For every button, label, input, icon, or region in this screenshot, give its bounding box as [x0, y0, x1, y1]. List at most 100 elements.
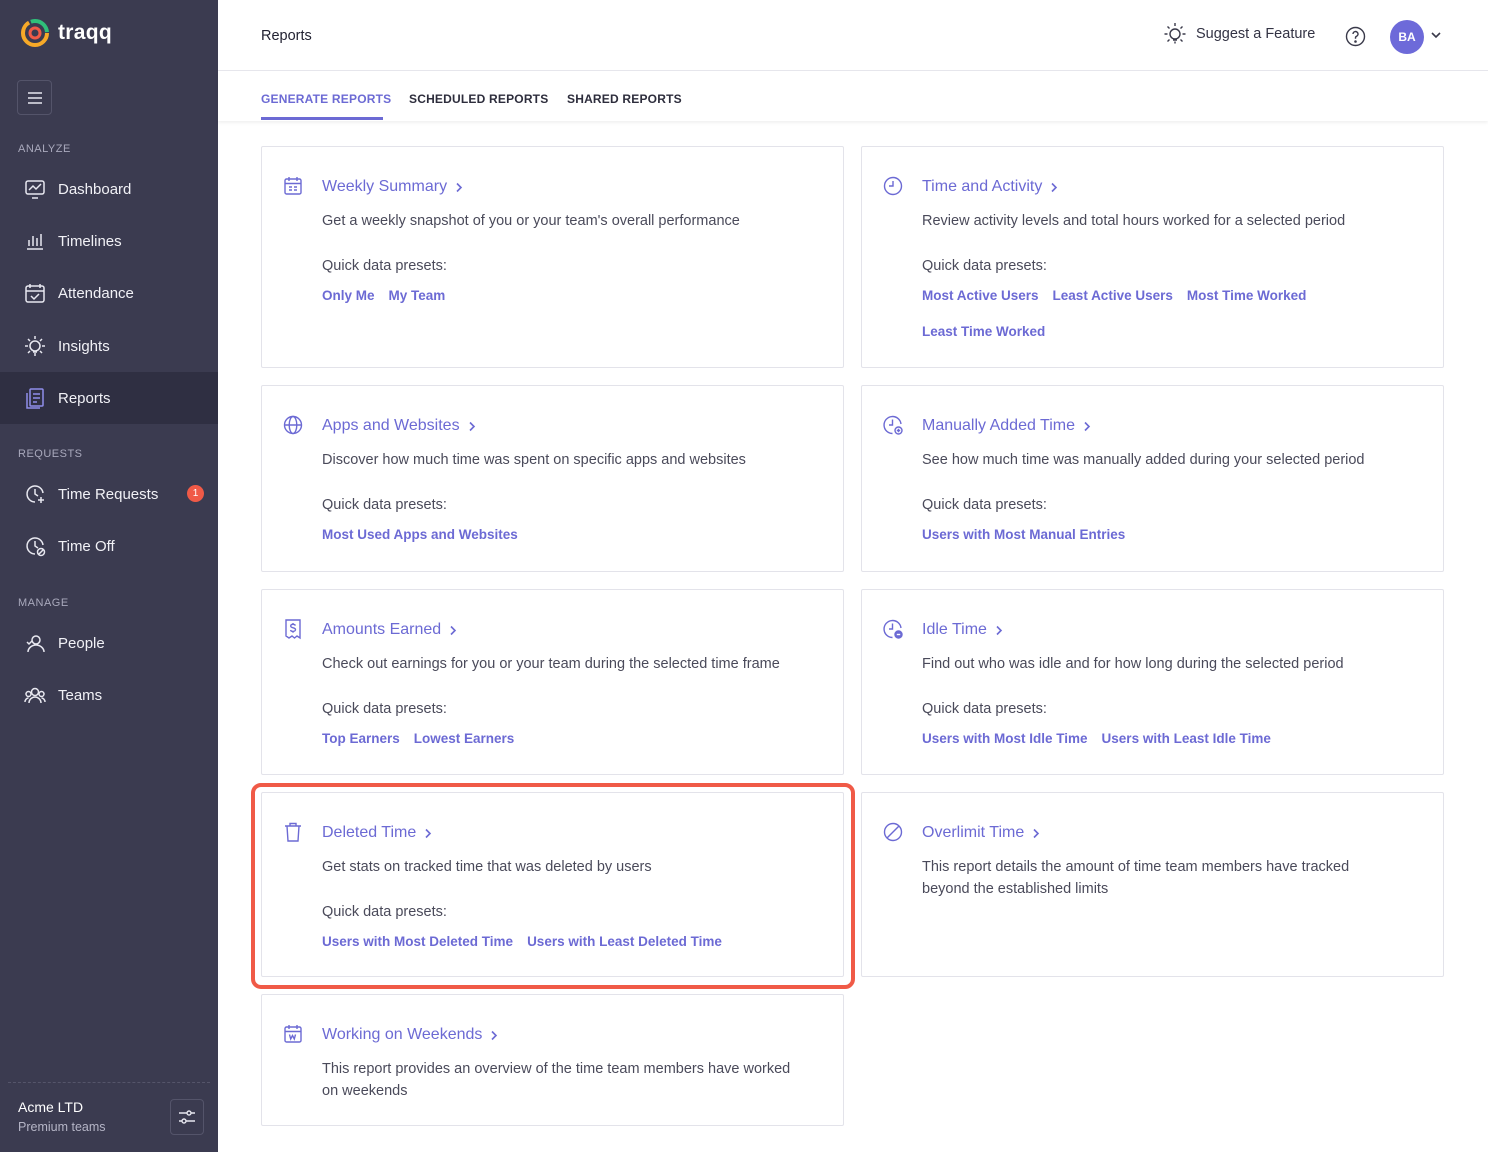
card-description: Get a weekly snapshot of you or your tea…	[322, 213, 740, 229]
card-description: Check out earnings for you or your team …	[322, 656, 780, 672]
traqq-logo-icon	[21, 19, 49, 47]
card-description: Find out who was idle and for how long d…	[922, 656, 1344, 672]
report-card-apps-and-websites[interactable]: Apps and Websites Discover how much time…	[261, 385, 844, 572]
card-title[interactable]: Working on Weekends	[322, 1026, 498, 1044]
calendar-check-icon	[25, 284, 45, 303]
preset-link[interactable]: Most Time Worked	[1187, 287, 1307, 304]
globe-icon	[283, 415, 303, 435]
lightbulb-icon	[25, 336, 45, 356]
card-title[interactable]: Amounts Earned	[322, 621, 457, 639]
top-header: Reports Suggest a Feature BA	[218, 0, 1488, 71]
preset-link[interactable]: Users with Least Idle Time	[1102, 730, 1271, 747]
card-title[interactable]: Apps and Websites	[322, 417, 476, 435]
sidebar-item-dashboard[interactable]: Dashboard	[0, 163, 218, 215]
preset-link[interactable]: Most Used Apps and Websites	[322, 526, 518, 543]
sidebar-item-label: Time Off	[58, 537, 115, 555]
brand-name: traqq	[58, 21, 112, 44]
report-card-time-and-activity[interactable]: Time and Activity Review activity levels…	[861, 146, 1444, 368]
card-title[interactable]: Manually Added Time	[922, 417, 1091, 435]
chevron-right-icon	[450, 625, 457, 635]
card-description: Discover how much time was spent on spec…	[322, 452, 746, 468]
chevron-right-icon	[468, 421, 475, 431]
preset-link[interactable]: My Team	[389, 287, 446, 304]
dollar-receipt-icon	[285, 619, 301, 640]
page-title: Reports	[261, 28, 312, 44]
chevron-right-icon	[1051, 182, 1058, 192]
user-avatar[interactable]: BA	[1390, 20, 1424, 54]
card-title[interactable]: Idle Time	[922, 621, 1003, 639]
notification-badge: 1	[187, 485, 204, 502]
preset-link[interactable]: Only Me	[322, 287, 375, 304]
help-icon[interactable]	[1345, 26, 1366, 47]
calendar-weekend-icon	[284, 1025, 302, 1043]
sidebar-item-attendance[interactable]: Attendance	[0, 267, 218, 319]
sidebar-item-time-off[interactable]: Time Off	[0, 520, 218, 572]
presets-label: Quick data presets:	[922, 258, 1047, 274]
presets-list: Most Used Apps and Websites	[322, 526, 822, 543]
hamburger-icon	[27, 91, 42, 104]
preset-link[interactable]: Most Active Users	[922, 287, 1039, 304]
sidebar-item-label: People	[58, 634, 105, 652]
presets-list: Users with Most Manual Entries	[922, 526, 1422, 543]
presets-list: Most Active Users Least Active Users Mos…	[922, 287, 1422, 340]
brand-logo[interactable]: traqq	[20, 18, 112, 48]
dashboard-icon	[25, 180, 45, 199]
clock-plus-icon	[883, 415, 903, 435]
report-card-weekly-summary[interactable]: Weekly Summary Get a weekly snapshot of …	[261, 146, 844, 368]
sidebar-item-time-requests[interactable]: Time Requests 1	[0, 468, 218, 520]
sidebar-item-people[interactable]: People	[0, 617, 218, 669]
card-title[interactable]: Time and Activity	[922, 178, 1058, 196]
preset-link[interactable]: Least Active Users	[1053, 287, 1173, 304]
report-card-amounts-earned[interactable]: Amounts Earned Check out earnings for yo…	[261, 589, 844, 775]
teams-icon	[24, 687, 46, 704]
report-card-idle-time[interactable]: Idle Time Find out who was idle and for …	[861, 589, 1444, 775]
clock-off-icon	[26, 537, 46, 557]
tab-scheduled-reports[interactable]: SCHEDULED REPORTS	[409, 92, 548, 106]
presets-label: Quick data presets:	[322, 497, 447, 513]
sidebar-item-insights[interactable]: Insights	[0, 320, 218, 372]
active-tab-indicator	[261, 117, 383, 120]
clock-icon	[883, 176, 903, 196]
sidebar-item-label: Insights	[58, 337, 110, 355]
preset-link[interactable]: Lowest Earners	[414, 730, 515, 747]
sidebar-item-teams[interactable]: Teams	[0, 669, 218, 721]
preset-link[interactable]: Users with Most Idle Time	[922, 730, 1088, 747]
section-label-requests: REQUESTS	[18, 448, 83, 460]
report-tabs: GENERATE REPORTS SCHEDULED REPORTS SHARE…	[218, 71, 1488, 121]
preset-link[interactable]: Users with Most Manual Entries	[922, 526, 1125, 543]
preset-link[interactable]: Least Time Worked	[922, 323, 1045, 340]
card-title[interactable]: Overlimit Time	[922, 824, 1040, 842]
clock-minus-icon	[883, 619, 903, 639]
chevron-down-icon[interactable]	[1430, 31, 1442, 39]
tab-shared-reports[interactable]: SHARED REPORTS	[567, 92, 682, 106]
tab-generate-reports[interactable]: GENERATE REPORTS	[261, 92, 391, 106]
suggest-feature-button[interactable]: Suggest a Feature	[1163, 22, 1315, 46]
report-card-overlimit-time[interactable]: Overlimit Time This report details the a…	[861, 792, 1444, 977]
presets-list: Top Earners Lowest Earners	[322, 730, 822, 747]
chevron-right-icon	[1084, 421, 1091, 431]
chevron-right-icon	[491, 1030, 498, 1040]
sidebar-item-label: Teams	[58, 686, 103, 704]
sidebar-item-label: Reports	[58, 389, 111, 407]
sidebar-item-label: Dashboard	[58, 180, 132, 198]
bar-chart-icon	[27, 234, 43, 250]
preset-link[interactable]: Top Earners	[322, 730, 400, 747]
sidebar-item-label: Attendance	[58, 284, 134, 302]
report-card-manually-added-time[interactable]: Manually Added Time See how much time wa…	[861, 385, 1444, 572]
sidebar-item-timelines[interactable]: Timelines	[0, 215, 218, 267]
calendar-icon	[284, 177, 302, 195]
sidebar-item-reports[interactable]: Reports	[0, 372, 218, 424]
card-description: See how much time was manually added dur…	[922, 452, 1365, 468]
sidebar-item-label: Time Requests	[58, 485, 159, 503]
report-card-working-on-weekends[interactable]: Working on Weekends This report provides…	[261, 994, 844, 1126]
chevron-right-icon	[996, 625, 1003, 635]
chevron-right-icon	[1033, 828, 1040, 838]
menu-toggle-button[interactable]	[17, 80, 52, 115]
sidebar: traqq ANALYZE Dashboard Timelines Attend…	[0, 0, 218, 1152]
organization-plan: Premium teams	[18, 1120, 106, 1134]
card-title[interactable]: Weekly Summary	[322, 178, 463, 196]
card-description: This report provides an overview of the …	[322, 1061, 791, 1099]
presets-label: Quick data presets:	[922, 497, 1047, 513]
organization-settings-button[interactable]	[170, 1099, 204, 1135]
presets-label: Quick data presets:	[922, 701, 1047, 717]
